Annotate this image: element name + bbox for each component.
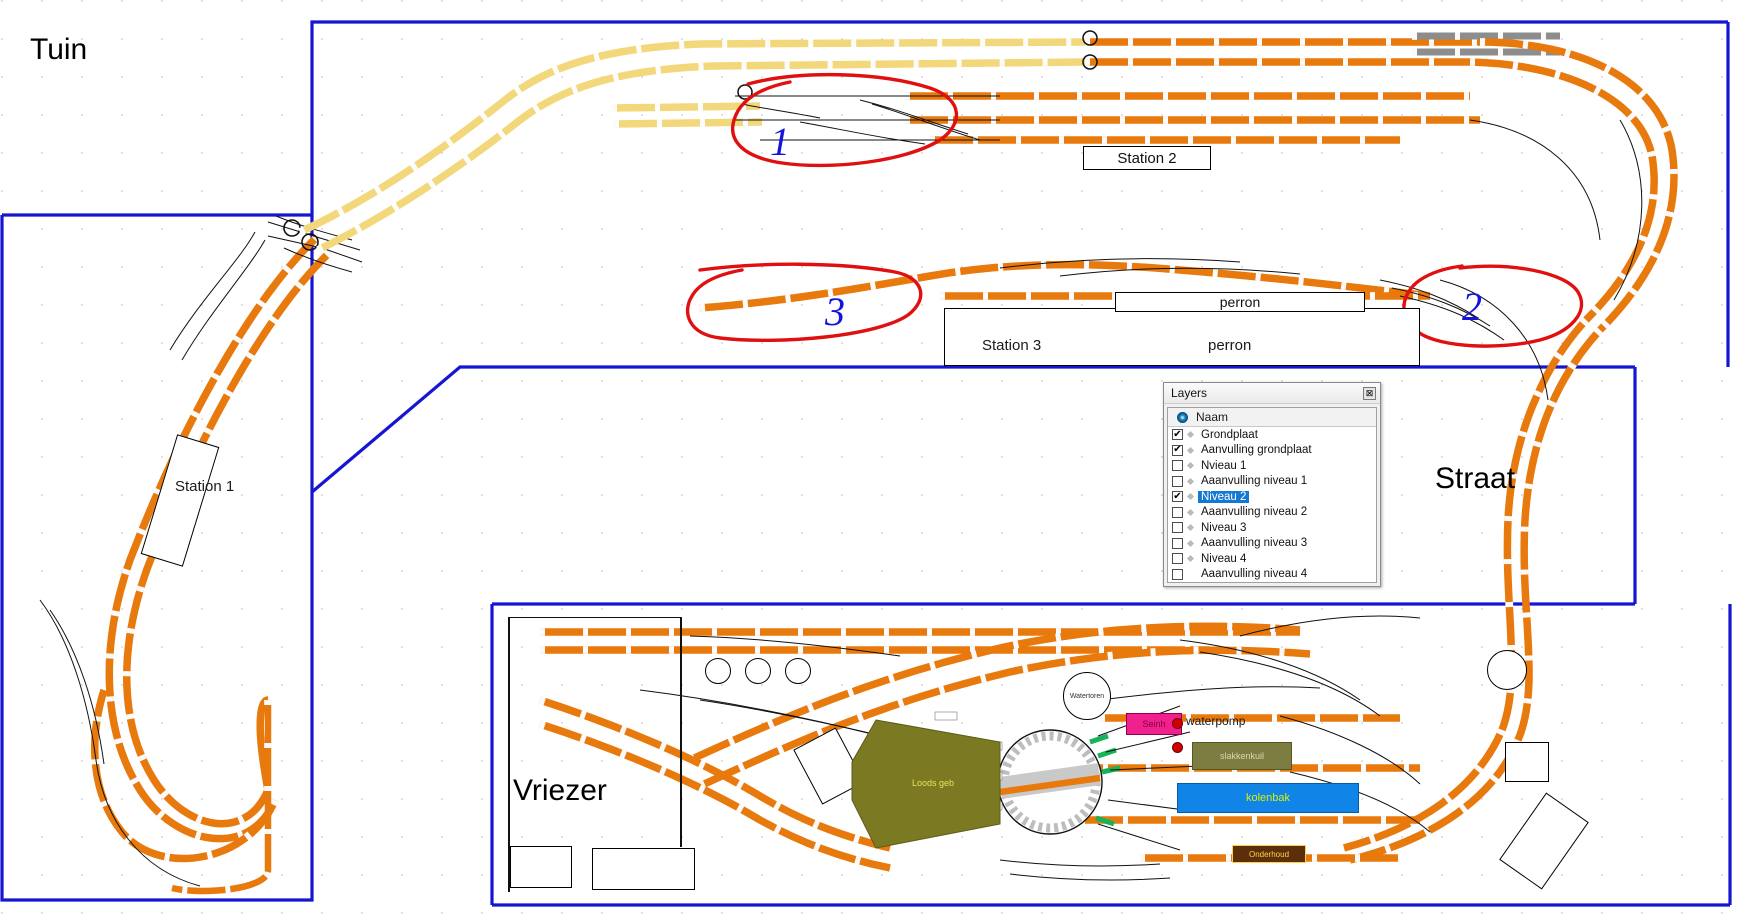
layer-name-label: Niveau 4 (1201, 552, 1247, 565)
vriezer-box-left (510, 846, 572, 888)
layer-visibility-checkbox[interactable]: ✔ (1172, 444, 1183, 456)
layers-title: Layers (1171, 386, 1208, 400)
onderhoud-block: Onderhoud (1232, 845, 1306, 863)
station3-label: Station 3 (982, 337, 1042, 354)
vriezer-vertical-divider (508, 617, 510, 892)
loading-box-1 (793, 727, 865, 805)
secondary-dot (1172, 742, 1183, 753)
watertoren-circle: Watertoren (1063, 672, 1111, 720)
layer-row[interactable]: Niveau 4 (1168, 551, 1376, 567)
layer-visibility-checkbox[interactable]: ✔ (1172, 429, 1183, 441)
region-label-straat: Straat (1435, 462, 1516, 495)
layer-row[interactable]: Aaanvulling niveau 2 (1168, 505, 1376, 521)
layer-name-label: Niveau 3 (1201, 521, 1247, 534)
layer-row[interactable]: Nvieau 1 (1168, 458, 1376, 474)
close-icon[interactable]: ⊠ (1363, 386, 1376, 400)
layer-visibility-checkbox[interactable] (1172, 553, 1183, 565)
station1-label: Station 1 (175, 478, 235, 495)
visibility-icon[interactable] (1168, 411, 1196, 423)
layer-marker-icon (1186, 524, 1195, 532)
track-network-layer: .rail-o { stroke:#e8790c; stroke-width:7… (39, 30, 1678, 895)
track-plan-canvas[interactable]: .rail-o { stroke:#e8790c; stroke-width:7… (0, 0, 1742, 917)
silo-3 (785, 658, 811, 684)
perron-text-label: perron (1208, 337, 1252, 354)
silo-1 (705, 658, 731, 684)
roundhouse-layer: Loods geb (851, 719, 1001, 849)
slakkenkuil-label: slakkenkuil (1219, 751, 1265, 761)
svg-text:Loods geb: Loods geb (912, 778, 954, 788)
kolenbak-block: kolenbak (1177, 783, 1359, 813)
station1-platform (140, 434, 220, 567)
room-boundaries-layer (0, 20, 1732, 907)
layer-visibility-checkbox[interactable] (1172, 475, 1183, 487)
annotation-circle-2 (1402, 264, 1584, 348)
annotation-number-2: 2 (1462, 284, 1482, 329)
layer-row[interactable]: ✔ Niveau 2 (1168, 489, 1376, 505)
layer-name-label: Aaanvulling niveau 1 (1201, 475, 1308, 488)
layers-column-header: Naam (1168, 408, 1376, 427)
layer-name-label: Aaanvulling niveau 4 (1201, 568, 1308, 581)
silo-2 (745, 658, 771, 684)
region-label-tuin: Tuin (30, 33, 88, 66)
waterpomp-label: waterpomp (1186, 714, 1246, 728)
layer-row[interactable]: Niveau 3 (1168, 520, 1376, 536)
station2-label: Station 2 (1117, 149, 1177, 167)
layer-name-label: Aaanvulling niveau 2 (1201, 506, 1308, 519)
slakkenkuil-block: slakkenkuil (1192, 742, 1292, 770)
layers-titlebar[interactable]: Layers ⊠ (1164, 383, 1380, 404)
layer-marker-icon (1186, 462, 1195, 470)
layer-name-label: Grondplaat (1201, 428, 1258, 441)
layers-list-body[interactable]: Naam ✔ Grondplaat ✔ Aanvulling grondplaat Nv… (1167, 407, 1377, 583)
layer-row[interactable]: ✔ Grondplaat (1168, 427, 1376, 443)
annotation-number-3: 3 (825, 289, 845, 334)
layer-name-label: Aaanvulling niveau 3 (1201, 537, 1308, 550)
layer-visibility-checkbox[interactable] (1172, 568, 1183, 580)
layer-visibility-checkbox[interactable] (1172, 537, 1183, 549)
layer-visibility-checkbox[interactable]: ✔ (1172, 491, 1183, 503)
annotation-circle-1 (731, 72, 959, 168)
onderhoud-label: Onderhoud (1248, 849, 1290, 859)
annotation-circle-3 (686, 262, 923, 343)
loading-box-2 (1505, 742, 1549, 782)
layer-row[interactable]: Aaanvulling niveau 3 (1168, 536, 1376, 552)
layer-marker-icon (1186, 493, 1195, 501)
layer-row[interactable]: Aaanvulling niveau 4 (1168, 567, 1376, 583)
kolenbak-label: kolenbak (1245, 792, 1291, 804)
layer-marker-icon (1186, 446, 1195, 454)
layers-rows[interactable]: ✔ Grondplaat ✔ Aanvulling grondplaat Nvieau … (1168, 427, 1376, 582)
layer-visibility-checkbox[interactable] (1172, 460, 1183, 472)
roundhouse-shape (851, 719, 1001, 849)
layer-marker-icon (1186, 539, 1195, 547)
station2-label-box: Station 2 (1083, 146, 1211, 170)
layer-row[interactable]: Aaanvulling niveau 1 (1168, 474, 1376, 490)
layer-marker-icon (1186, 477, 1195, 485)
layer-marker-icon (1186, 555, 1195, 563)
layer-visibility-checkbox[interactable] (1172, 522, 1183, 534)
pink-building-label: Seinh (1142, 719, 1166, 729)
waterpomp-dot (1172, 718, 1183, 729)
perron-box-label: perron (1219, 294, 1261, 310)
vriezer-inner-rect (680, 617, 682, 847)
layer-name-label: Niveau 2 (1198, 490, 1250, 503)
layer-visibility-checkbox[interactable] (1172, 506, 1183, 518)
silo-4 (1487, 650, 1527, 690)
vriezer-region-rect (508, 617, 680, 618)
region-label-vriezer: Vriezer (513, 774, 607, 807)
vriezer-box-mid (592, 848, 695, 890)
loading-box-3 (1499, 792, 1589, 890)
visibility-icon-dot (1176, 411, 1188, 423)
layers-header-naam: Naam (1196, 410, 1229, 424)
layer-row[interactable]: ✔ Aanvulling grondplaat (1168, 443, 1376, 459)
layer-marker-icon (1186, 431, 1195, 439)
layers-dialog[interactable]: Layers ⊠ Naam ✔ Grondplaat ✔ Aanvulling gro… (1163, 382, 1381, 587)
layer-name-label: Nvieau 1 (1201, 459, 1247, 472)
annotation-layer (686, 72, 1584, 348)
annotation-number-1: 1 (770, 119, 790, 164)
perron-box: perron (1115, 292, 1365, 312)
layer-name-label: Aanvulling grondplaat (1201, 444, 1312, 457)
layer-marker-icon (1186, 508, 1195, 516)
watertoren-label: Watertoren (1069, 692, 1105, 700)
